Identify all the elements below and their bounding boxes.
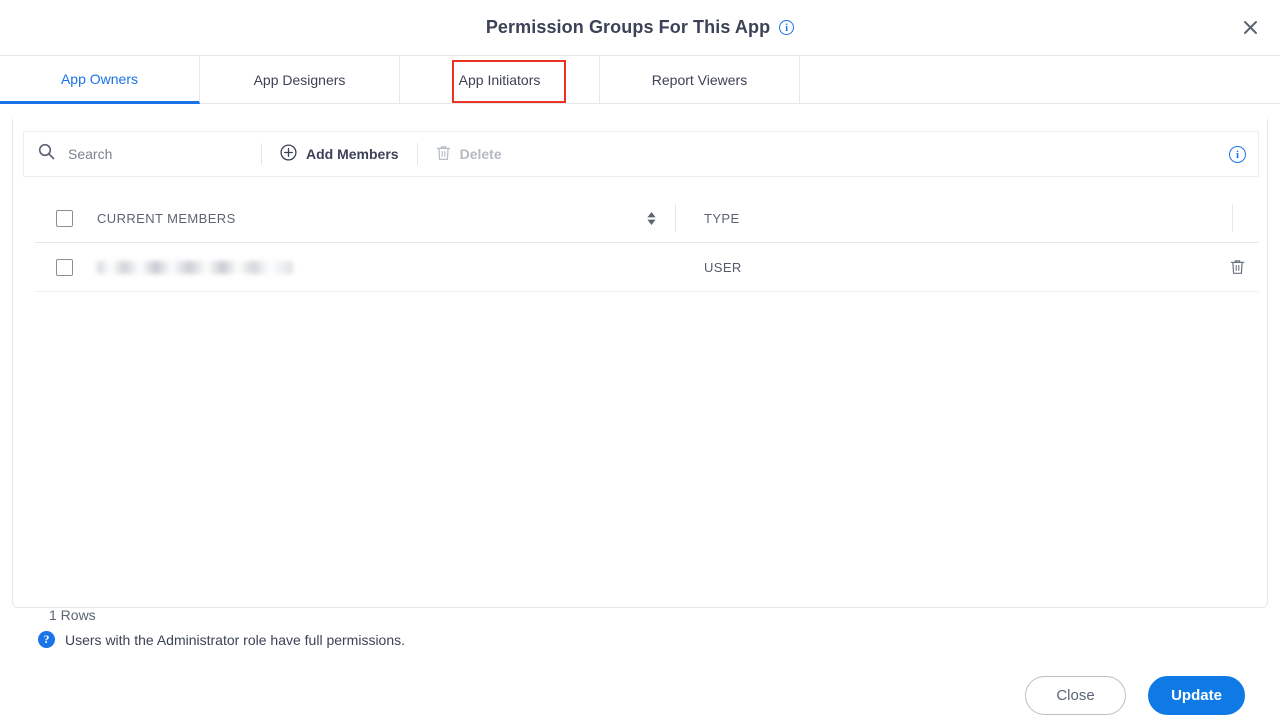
search-icon bbox=[38, 143, 55, 165]
tab-report-viewers[interactable]: Report Viewers bbox=[600, 56, 800, 104]
redacted-member-name bbox=[97, 260, 293, 274]
rows-count: 1 Rows bbox=[49, 607, 96, 623]
column-header-current-members-label: CURRENT MEMBERS bbox=[97, 210, 236, 226]
update-button[interactable]: Update bbox=[1148, 676, 1245, 715]
row-select-cell bbox=[35, 258, 97, 276]
title-info-icon[interactable]: i bbox=[779, 20, 795, 35]
select-all-cell bbox=[35, 209, 97, 227]
add-members-label: Add Members bbox=[306, 146, 399, 162]
page-title: Permission Groups For This App i bbox=[485, 17, 795, 38]
select-all-checkbox[interactable] bbox=[56, 209, 73, 227]
cell-member-type: USER bbox=[704, 259, 742, 275]
header-end-cell bbox=[1176, 204, 1259, 232]
active-tab-underline bbox=[0, 101, 10, 104]
trash-icon bbox=[436, 145, 451, 164]
plus-circle-icon bbox=[280, 144, 297, 164]
delete-button[interactable]: Delete bbox=[418, 145, 520, 164]
question-circle-icon[interactable]: ? bbox=[38, 631, 55, 648]
tab-report-viewers-label: Report Viewers bbox=[651, 71, 748, 88]
tab-app-designers-label: App Designers bbox=[253, 71, 346, 88]
table-header-row: CURRENT MEMBERS TYPE bbox=[35, 194, 1259, 243]
search-input[interactable] bbox=[66, 145, 245, 163]
tab-app-initiators[interactable]: App Initiators bbox=[400, 56, 600, 104]
row-checkbox[interactable] bbox=[56, 258, 73, 276]
admin-note: ? Users with the Administrator role have… bbox=[38, 631, 405, 648]
toolbar-info-button[interactable]: i bbox=[1229, 145, 1258, 163]
tabs-filler bbox=[800, 56, 1280, 104]
dialog-actions: Close Update bbox=[1025, 676, 1245, 715]
tab-app-owners[interactable]: App Owners bbox=[0, 56, 200, 104]
dialog-title-text: Permission Groups For This App bbox=[485, 17, 771, 37]
column-header-current-members[interactable]: CURRENT MEMBERS bbox=[97, 211, 675, 226]
tab-app-initiators-label: App Initiators bbox=[458, 71, 541, 88]
row-delete-icon[interactable] bbox=[1230, 259, 1245, 275]
table-row[interactable]: USER bbox=[35, 243, 1259, 292]
permission-group-panel: Add Members Delete i CU bbox=[12, 119, 1268, 715]
column-header-type: TYPE bbox=[704, 210, 740, 226]
close-button[interactable]: Close bbox=[1025, 676, 1126, 715]
members-table: CURRENT MEMBERS TYPE USER bbox=[35, 194, 1259, 292]
admin-note-text: Users with the Administrator role have f… bbox=[65, 631, 406, 648]
search-area bbox=[24, 143, 261, 165]
table-toolbar: Add Members Delete i bbox=[23, 131, 1259, 177]
toolbar-info-icon: i bbox=[1229, 145, 1246, 163]
tab-app-designers[interactable]: App Designers bbox=[200, 56, 400, 104]
close-icon[interactable] bbox=[1236, 14, 1264, 42]
tab-app-owners-label: App Owners bbox=[60, 70, 139, 87]
cell-member-name bbox=[97, 260, 675, 274]
row-actions-cell bbox=[1176, 259, 1259, 275]
tabs: App Owners App Designers App Initiators … bbox=[0, 56, 1280, 104]
dialog-header: Permission Groups For This App i bbox=[0, 0, 1280, 56]
header-end-divider bbox=[1232, 204, 1233, 232]
delete-label: Delete bbox=[459, 146, 502, 162]
sort-icon[interactable] bbox=[646, 211, 657, 226]
add-members-button[interactable]: Add Members bbox=[262, 144, 417, 164]
